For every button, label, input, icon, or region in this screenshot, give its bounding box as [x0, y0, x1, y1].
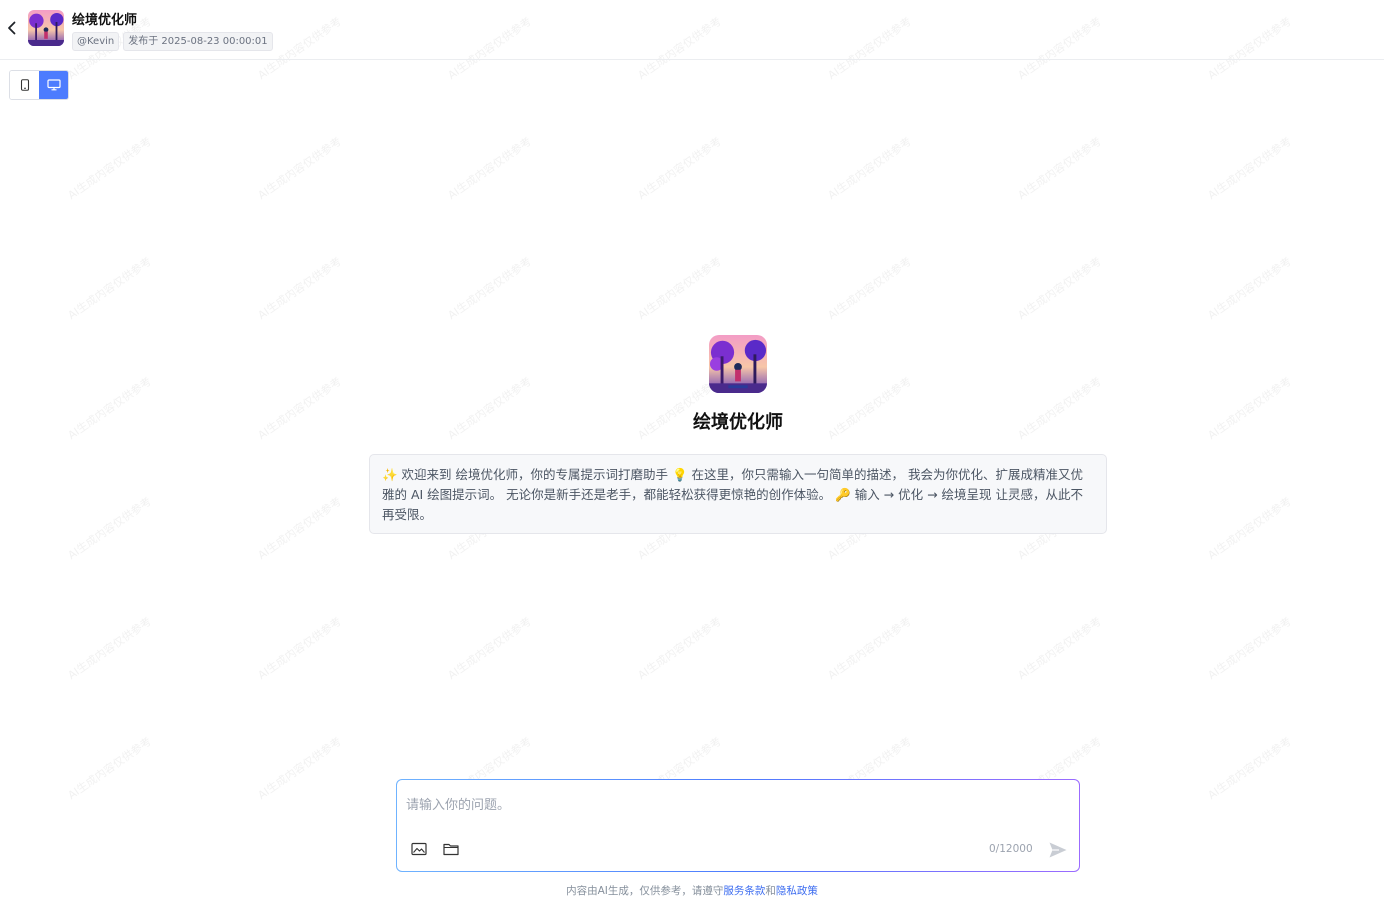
footer-prefix: 内容由AI生成，仅供参考，请遵守	[566, 885, 724, 897]
lightbulb-icon: 💡	[672, 467, 688, 482]
watermark-text: AI生成内容仅供参考	[1015, 134, 1104, 203]
chevron-left-icon	[8, 21, 16, 35]
watermark-text: AI生成内容仅供参考	[255, 134, 344, 203]
watermark-text: AI生成内容仅供参考	[1015, 254, 1104, 323]
welcome-message: ✨ 欢迎来到 绘境优化师，你的专属提示词打磨助手 💡 在这里，你只需输入一句简单…	[369, 454, 1107, 534]
agent-title: 绘境优化师	[72, 13, 138, 28]
privacy-link[interactable]: 隐私政策	[776, 885, 818, 897]
watermark-text: AI生成内容仅供参考	[445, 254, 534, 323]
intro-avatar	[709, 335, 767, 393]
key-icon: 🔑	[835, 487, 851, 502]
question-input[interactable]	[406, 794, 1026, 816]
upload-image-button[interactable]	[409, 840, 429, 858]
author-tag: @Kevin	[72, 32, 120, 51]
intro-agent-name: 绘境优化师	[693, 412, 783, 433]
watermark-text: AI生成内容仅供参考	[825, 254, 914, 323]
watermark-text: AI生成内容仅供参考	[65, 494, 154, 563]
watermark-text: AI生成内容仅供参考	[65, 374, 154, 443]
watermark-text: AI生成内容仅供参考	[825, 134, 914, 203]
welcome-text-1: 欢迎来到 绘境优化师，你的专属提示词打磨助手	[397, 467, 672, 482]
publish-date-tag: 发布于 2025-08-23 00:00:01	[123, 32, 273, 51]
watermark-text: AI生成内容仅供参考	[635, 134, 724, 203]
watermark-text: AI生成内容仅供参考	[1015, 374, 1104, 443]
image-icon	[411, 842, 427, 856]
back-button[interactable]	[4, 18, 20, 38]
watermark-text: AI生成内容仅供参考	[1015, 614, 1104, 683]
device-toggle	[9, 70, 69, 100]
watermark-text: AI生成内容仅供参考	[1205, 494, 1294, 563]
watermark-text: AI生成内容仅供参考	[65, 254, 154, 323]
chat-input-box: 0/12000	[396, 779, 1080, 872]
send-button[interactable]	[1047, 839, 1069, 861]
watermark-text: AI生成内容仅供参考	[255, 734, 344, 803]
watermark-text: AI生成内容仅供参考	[1205, 614, 1294, 683]
watermark-text: AI生成内容仅供参考	[825, 614, 914, 683]
watermark-text: AI生成内容仅供参考	[1205, 254, 1294, 323]
footer-and: 和	[765, 885, 776, 897]
header: 绘境优化师 @Kevin 发布于 2025-08-23 00:00:01	[0, 0, 1384, 60]
desktop-view-button[interactable]	[39, 71, 68, 99]
watermark-text: AI生成内容仅供参考	[65, 734, 154, 803]
meta-row: @Kevin 发布于 2025-08-23 00:00:01	[72, 32, 273, 51]
char-counter: 0/12000	[989, 843, 1033, 855]
watermark-text: AI生成内容仅供参考	[65, 134, 154, 203]
watermark-text: AI生成内容仅供参考	[255, 494, 344, 563]
upload-file-button[interactable]	[441, 840, 461, 858]
desktop-icon	[46, 79, 61, 91]
watermark-text: AI生成内容仅供参考	[1205, 734, 1294, 803]
watermark-text: AI生成内容仅供参考	[445, 374, 534, 443]
sparkles-icon: ✨	[382, 467, 398, 482]
watermark-layer: AI生成内容仅供参考 AI生成内容仅供参考 AI生成内容仅供参考 AI生成内容仅供参考…	[0, 0, 1384, 906]
folder-icon	[443, 843, 459, 856]
watermark-text: AI生成内容仅供参考	[1205, 374, 1294, 443]
terms-link[interactable]: 服务条款	[723, 885, 765, 897]
watermark-text: AI生成内容仅供参考	[65, 614, 154, 683]
watermark-text: AI生成内容仅供参考	[255, 254, 344, 323]
watermark-text: AI生成内容仅供参考	[635, 254, 724, 323]
agent-avatar	[28, 10, 64, 46]
watermark-text: AI生成内容仅供参考	[445, 614, 534, 683]
watermark-text: AI生成内容仅供参考	[255, 614, 344, 683]
send-icon	[1049, 842, 1067, 858]
app-page: AI生成内容仅供参考 AI生成内容仅供参考 AI生成内容仅供参考 AI生成内容仅供参考…	[0, 0, 1384, 906]
mobile-view-button[interactable]	[10, 71, 39, 99]
mobile-icon	[20, 79, 29, 91]
watermark-text: AI生成内容仅供参考	[445, 134, 534, 203]
watermark-text: AI生成内容仅供参考	[1205, 134, 1294, 203]
watermark-text: AI生成内容仅供参考	[635, 614, 724, 683]
footer-disclaimer: 内容由AI生成，仅供参考，请遵守服务条款和隐私政策	[0, 883, 1384, 898]
watermark-text: AI生成内容仅供参考	[255, 374, 344, 443]
